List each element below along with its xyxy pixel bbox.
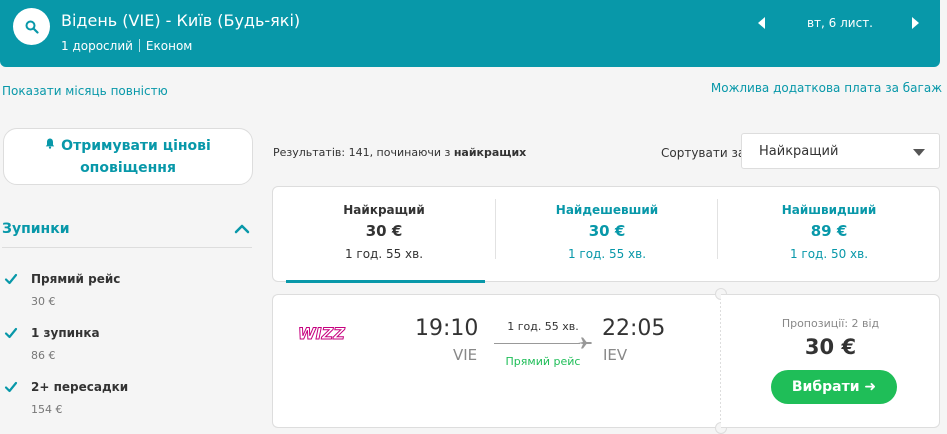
- checkbox-checked-icon[interactable]: [4, 326, 18, 340]
- flight-details[interactable]: WIZZ 19:10 VIE 1 год. 55 хв. Прямий рейс…: [272, 294, 721, 428]
- stop-label: 1 зупинка: [31, 326, 100, 340]
- checkbox-checked-icon[interactable]: [4, 272, 18, 286]
- route-title[interactable]: Відень (VIE) - Київ (Будь-які): [61, 11, 300, 30]
- results-count: Результатів: 141, починаючи з найкращих: [273, 146, 526, 159]
- stop-label: Прямий рейс: [31, 272, 121, 286]
- passengers-label: 1 дорослий: [61, 39, 133, 53]
- tab-fastest[interactable]: Найшвидший 89 € 1 год. 50 хв.: [718, 187, 940, 283]
- departure-time: 19:10: [415, 316, 479, 341]
- results-count-bold: найкращих: [453, 146, 527, 159]
- arrival-airport: IEV: [603, 346, 628, 364]
- baggage-fee-link[interactable]: Можлива додаткова плата за багаж: [711, 81, 942, 95]
- tab-duration: 1 год. 55 хв.: [344, 247, 424, 261]
- checkbox-checked-icon[interactable]: [4, 380, 18, 394]
- select-flight-button[interactable]: Вибрати ➜: [771, 370, 897, 404]
- departure-airport: VIE: [453, 346, 478, 364]
- tab-price: 30 €: [365, 222, 403, 240]
- show-full-month-link[interactable]: Показати місяць повністю: [2, 84, 168, 98]
- sort-label: Сортувати за: [661, 146, 746, 160]
- stops-filter-title[interactable]: Зупинки: [2, 221, 70, 237]
- stop-label: 2+ пересадки: [31, 380, 129, 394]
- price-section: Пропозиції: 2 від 30 € Вибрати ➜: [721, 294, 940, 428]
- cabin-label: Економ: [145, 39, 193, 53]
- chevron-up-icon[interactable]: [234, 224, 250, 234]
- tab-best[interactable]: Найкращий 30 € 1 год. 55 хв.: [273, 187, 495, 283]
- passenger-cabin-summary[interactable]: 1 дорослий Економ: [61, 39, 192, 53]
- caret-down-icon: [913, 149, 925, 156]
- next-date-icon[interactable]: [912, 17, 919, 29]
- price-alert-button[interactable]: Отримувати цінові оповіщення: [3, 128, 253, 185]
- tab-duration: 1 год. 50 хв.: [789, 247, 869, 261]
- tab-price: 89 €: [810, 222, 848, 240]
- direct-flight-label: Прямий рейс: [505, 355, 581, 368]
- tab-label: Найкращий: [343, 203, 425, 217]
- active-tab-indicator: [286, 280, 485, 283]
- separator: [138, 39, 140, 52]
- stop-price: 30 €: [31, 295, 56, 308]
- search-icon: [25, 20, 39, 34]
- tab-cheapest[interactable]: Найдешевший 30 € 1 год. 55 хв.: [496, 187, 718, 283]
- flight-price: 30 €: [804, 335, 857, 359]
- divider: [2, 247, 252, 248]
- search-button[interactable]: [13, 8, 50, 45]
- sort-tabs: Найкращий 30 € 1 год. 55 хв. Найдешевший…: [272, 186, 940, 283]
- date-label[interactable]: вт, 6 лист.: [790, 16, 890, 30]
- bell-icon: [45, 138, 55, 149]
- wizz-air-logo: WIZZ: [298, 324, 346, 344]
- flight-duration: 1 год. 55 хв.: [507, 320, 579, 333]
- stop-price: 86 €: [31, 349, 56, 362]
- offers-count: Пропозиції: 2 від: [781, 317, 880, 330]
- wizz-logo-text: WIZZ: [298, 324, 345, 343]
- previous-date-icon[interactable]: [758, 17, 765, 29]
- tab-label: Найдешевший: [555, 203, 659, 217]
- tab-price: 30 €: [588, 222, 626, 240]
- sort-select[interactable]: Найкращий: [741, 133, 940, 169]
- arrival-time: 22:05: [602, 316, 666, 341]
- alert-line-2: оповіщення: [80, 160, 176, 176]
- alert-line-1: Отримувати цінові: [61, 138, 211, 154]
- tab-label: Найшвидший: [781, 203, 877, 217]
- tab-duration: 1 год. 55 хв.: [567, 247, 647, 261]
- search-header: Відень (VIE) - Київ (Будь-які) 1 доросли…: [0, 0, 940, 67]
- plane-icon: [578, 337, 592, 349]
- flight-result-card[interactable]: WIZZ 19:10 VIE 1 год. 55 хв. Прямий рейс…: [272, 288, 940, 434]
- stop-price: 154 €: [31, 403, 63, 416]
- sort-value: Найкращий: [759, 144, 839, 159]
- route-line: [494, 343, 580, 344]
- results-count-prefix: Результатів: 141, починаючи з: [273, 146, 454, 159]
